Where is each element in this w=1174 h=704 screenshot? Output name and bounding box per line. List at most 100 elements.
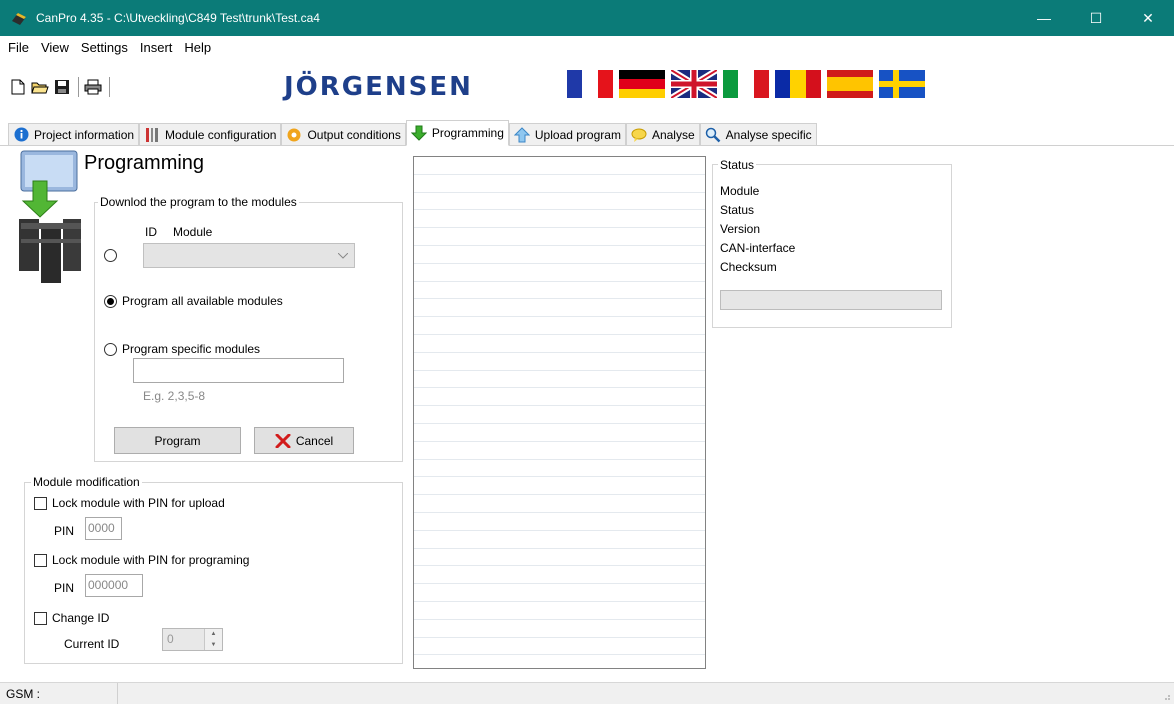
list-item[interactable] [414,477,705,496]
tab-label: Upload program [534,127,621,142]
menu-view[interactable]: View [35,40,75,55]
all-modules-radio[interactable] [104,295,117,308]
chevron-down-icon [338,253,348,259]
all-modules-label[interactable]: Program all available modules [122,294,283,308]
list-item[interactable] [414,549,705,567]
status-version-label: Version [720,222,761,236]
list-item[interactable] [414,513,705,531]
stepper-down-icon[interactable]: ▼ [211,642,217,648]
menu-insert[interactable]: Insert [134,40,179,55]
list-item[interactable] [414,584,705,602]
new-file-icon[interactable] [8,77,28,97]
change-id-label[interactable]: Change ID [52,611,109,625]
list-item[interactable] [414,655,705,668]
lock-upload-checkbox[interactable] [34,497,47,510]
gsm-status: GSM : [0,683,118,704]
cancel-button[interactable]: Cancel [254,427,354,454]
resize-grip-icon[interactable] [1161,691,1171,701]
pin-upload-input[interactable]: 0000 [85,517,122,540]
specific-modules-label[interactable]: Program specific modules [122,342,260,356]
list-item[interactable] [414,460,705,478]
current-id-stepper[interactable]: 0 ▲ ▼ [162,628,223,651]
menu-help[interactable]: Help [178,40,217,55]
status-can-interface-label: CAN-interface [720,241,796,255]
change-id-checkbox[interactable] [34,612,47,625]
tab-upload-program[interactable]: Upload program [508,123,626,145]
list-item[interactable] [414,371,705,389]
cancel-button-label: Cancel [295,433,334,448]
list-item[interactable] [414,317,705,335]
flag-italy-button[interactable] [723,70,769,98]
save-disk-icon[interactable] [52,77,72,97]
window-title: CanPro 4.35 - C:\Utveckling\C849 Test\tr… [36,11,320,25]
list-item[interactable] [414,264,705,282]
list-item[interactable] [414,246,705,264]
program-button-label: Program [154,433,201,448]
menu-settings[interactable]: Settings [75,40,134,55]
module-select[interactable] [143,243,355,268]
maximize-button[interactable]: ☐ [1070,0,1122,36]
tools-icon [144,127,160,143]
tab-project-information[interactable]: Project information [8,123,140,145]
tab-output-conditions[interactable]: Output conditions [281,123,406,145]
minimize-button[interactable]: — [1018,0,1070,36]
current-id-value: 0 [167,632,174,646]
module-modification-legend: Module modification [31,475,142,489]
id-column-label: ID [145,225,157,239]
flag-spain-button[interactable] [827,70,873,98]
close-button[interactable]: ✕ [1122,0,1174,36]
list-item[interactable] [414,620,705,638]
list-item[interactable] [414,638,705,656]
list-item[interactable] [414,228,705,246]
open-folder-icon[interactable] [30,77,50,97]
tab-analyse-specific[interactable]: Analyse specific [699,123,817,145]
tab-analyse[interactable]: Analyse [625,123,700,145]
programming-progress-bar [720,290,942,310]
gear-icon [286,127,302,143]
flag-france-button[interactable] [567,70,613,98]
list-item[interactable] [414,175,705,193]
tab-strip: Project information Module configuration… [0,120,1174,146]
flag-sweden-button[interactable] [879,70,925,98]
programming-computer-icon [19,150,81,283]
list-item[interactable] [414,531,705,549]
list-item[interactable] [414,353,705,371]
list-item[interactable] [414,282,705,300]
list-item[interactable] [414,442,705,460]
tab-programming[interactable]: Programming [405,120,509,146]
single-module-radio[interactable] [104,249,117,262]
list-item[interactable] [414,193,705,211]
list-item[interactable] [414,388,705,407]
program-button[interactable]: Program [114,427,241,454]
list-item[interactable] [414,602,705,620]
flag-germany-button[interactable] [619,70,665,98]
list-item[interactable] [414,157,705,175]
tab-label: Analyse [651,127,695,142]
list-item[interactable] [414,566,705,585]
print-icon[interactable] [83,77,103,97]
stepper-buttons[interactable]: ▲ ▼ [204,629,222,650]
list-item[interactable] [414,299,705,318]
list-item[interactable] [414,210,705,229]
list-item[interactable] [414,335,705,353]
specific-modules-input[interactable] [133,358,344,383]
stepper-up-icon[interactable]: ▲ [211,631,217,637]
list-item[interactable] [414,406,705,424]
title-bar: CanPro 4.35 - C:\Utveckling\C849 Test\tr… [0,0,1174,36]
lock-upload-label[interactable]: Lock module with PIN for upload [52,496,225,510]
pin-programming-input[interactable]: 000000 [85,574,143,597]
flag-romania-button[interactable] [775,70,821,98]
tab-label: Output conditions [307,127,401,142]
lock-programming-label[interactable]: Lock module with PIN for programing [52,553,249,567]
flag-uk-button[interactable] [671,70,717,98]
tab-label: Programming [431,126,504,140]
lock-programming-checkbox[interactable] [34,554,47,567]
menu-file[interactable]: File [2,40,35,55]
list-item[interactable] [414,424,705,442]
specific-modules-radio[interactable] [104,343,117,356]
list-item[interactable] [414,495,705,513]
tab-module-configuration[interactable]: Module configuration [139,123,282,145]
specific-modules-example: E.g. 2,3,5-8 [143,389,206,403]
module-column-label: Module [173,225,213,239]
module-list[interactable] [413,156,706,669]
